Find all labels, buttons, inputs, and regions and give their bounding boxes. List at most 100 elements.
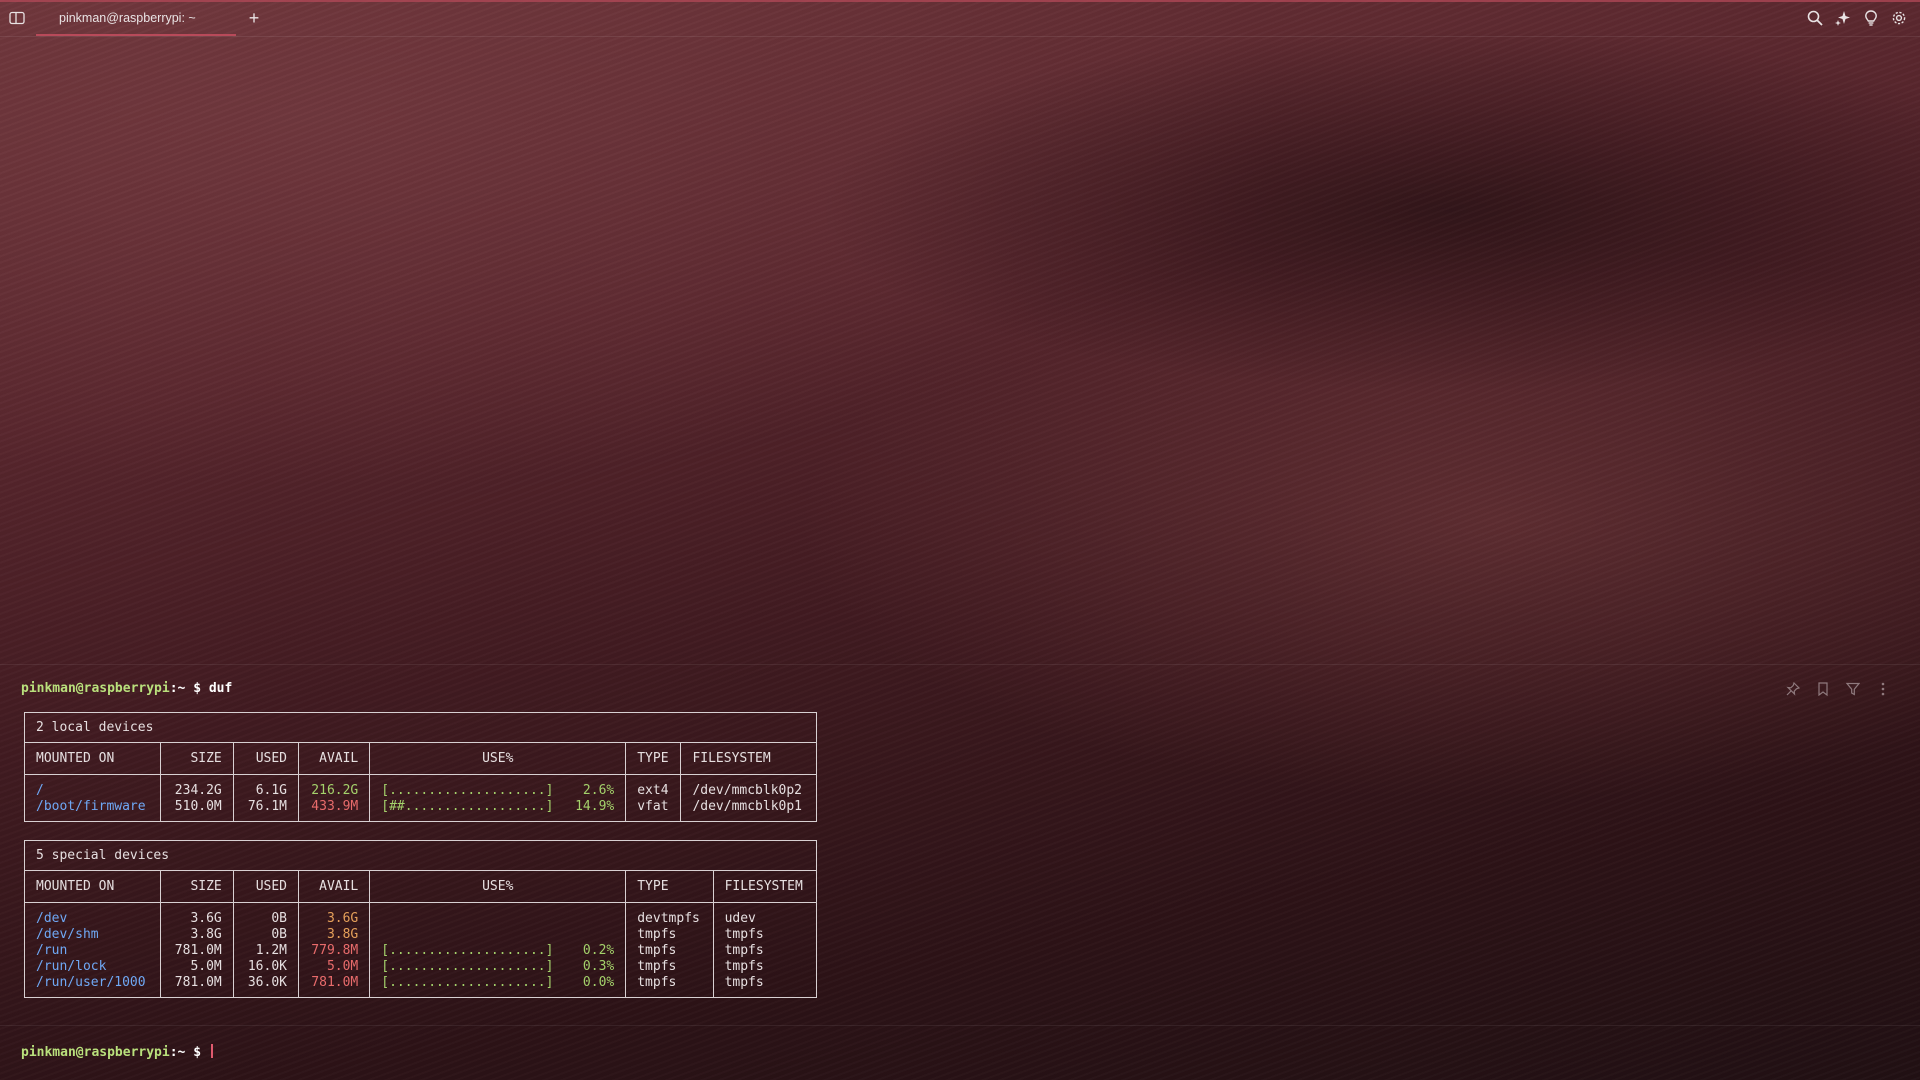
usage-bar: [##..................] [381, 799, 554, 814]
table-row: /run/lock 5.0M 16.0K 5.0M [.............… [24, 959, 818, 975]
tab-terminal[interactable]: pinkman@raspberrypi: ~ [36, 0, 236, 36]
filesystem-cell: tmpfs [712, 975, 818, 998]
block-actions [1784, 680, 1892, 698]
col-header: MOUNTED ON [24, 870, 161, 903]
type-cell: tmpfs [625, 943, 714, 959]
usage-percent: 2.6% [582, 783, 615, 798]
filesystem-cell: tmpfs [712, 943, 818, 959]
ai-sparkle-icon[interactable] [1834, 9, 1852, 27]
avail-cell: 3.8G [297, 927, 371, 943]
add-tab-icon[interactable]: + [244, 8, 264, 28]
block-separator [0, 664, 1920, 665]
prompt-user-host: pinkman@raspberrypi [21, 681, 170, 696]
command-text: duf [208, 681, 233, 696]
avail-cell: 781.0M [297, 975, 371, 998]
input-prompt[interactable]: pinkman@raspberrypi:~ $ [21, 1044, 213, 1060]
used-cell: 0B [232, 902, 300, 927]
type-cell: devtmpfs [625, 902, 714, 927]
prompt-path: ~ [177, 681, 186, 696]
filesystem-cell: tmpfs [712, 927, 818, 943]
size-cell: 234.2G [159, 774, 234, 799]
text-cursor [210, 1044, 213, 1058]
col-header: FILESYSTEM [712, 870, 818, 903]
filesystem-cell: /dev/mmcblk0p2 [680, 774, 817, 799]
mount-cell[interactable]: /dev/shm [24, 927, 161, 943]
avail-cell: 216.2G [297, 774, 371, 799]
size-cell: 510.0M [159, 799, 234, 822]
size-cell: 3.8G [159, 927, 234, 943]
command-line: pinkman@raspberrypi:~ $ duf [21, 681, 232, 696]
prompt-path: ~ [177, 1045, 186, 1060]
col-header: FILESYSTEM [680, 742, 817, 775]
col-header: SIZE [159, 742, 234, 775]
col-header: USE% [369, 742, 627, 775]
bookmark-icon[interactable] [1814, 680, 1832, 698]
usage-percent: 14.9% [575, 799, 615, 814]
local-devices-table: 2 local devices MOUNTED ON SIZE USED AVA… [24, 712, 817, 822]
prompt-symbol: $ [193, 1045, 202, 1060]
used-cell: 16.0K [232, 959, 300, 975]
used-cell: 36.0K [232, 975, 300, 998]
mount-cell[interactable]: /run [24, 943, 161, 959]
col-header: MOUNTED ON [24, 742, 161, 775]
used-cell: 0B [232, 927, 300, 943]
block-separator [0, 1025, 1920, 1026]
usage-percent: 0.0% [582, 975, 615, 990]
tab-bar: pinkman@raspberrypi: ~ + [0, 0, 1920, 37]
col-header: AVAIL [297, 870, 371, 903]
type-cell: tmpfs [625, 927, 714, 943]
mount-cell[interactable]: /run/user/1000 [24, 975, 161, 998]
used-cell: 6.1G [232, 774, 300, 799]
usage-cell [369, 902, 627, 927]
mount-cell[interactable]: /boot/firmware [24, 799, 161, 822]
sidebar-icon[interactable] [8, 9, 26, 27]
bulb-icon[interactable] [1862, 9, 1880, 27]
table-row: / 234.2G 6.1G 216.2G [..................… [24, 774, 817, 799]
avail-cell: 779.8M [297, 943, 371, 959]
avail-cell: 433.9M [297, 799, 371, 822]
table-title: 2 local devices [24, 712, 817, 743]
special-devices-table: 5 special devices MOUNTED ON SIZE USED A… [24, 840, 818, 998]
table-title: 5 special devices [24, 840, 817, 871]
mount-cell[interactable]: /dev [24, 902, 161, 927]
pin-icon[interactable] [1784, 680, 1802, 698]
usage-cell: [....................] 2.6% [369, 774, 627, 799]
usage-percent: 0.3% [582, 959, 615, 974]
table-row: /dev/shm 3.8G 0B 3.8G tmpfs tmpfs [24, 927, 818, 943]
table-row: /run 781.0M 1.2M 779.8M [...............… [24, 943, 818, 959]
table-row: /run/user/1000 781.0M 36.0K 781.0M [....… [24, 975, 818, 998]
usage-cell: [##..................] 14.9% [369, 799, 627, 822]
usage-bar: [....................] [381, 783, 554, 798]
col-header: USED [232, 742, 300, 775]
filesystem-cell: /dev/mmcblk0p1 [680, 799, 817, 822]
col-header: USED [232, 870, 300, 903]
filesystem-cell: tmpfs [712, 959, 818, 975]
mount-cell[interactable]: / [24, 774, 161, 799]
more-icon[interactable] [1874, 680, 1892, 698]
search-icon[interactable] [1806, 9, 1824, 27]
usage-bar: [....................] [381, 959, 554, 974]
table-row: /dev 3.6G 0B 3.6G devtmpfs udev [24, 902, 818, 927]
size-cell: 3.6G [159, 902, 234, 927]
usage-bar: [....................] [381, 943, 554, 958]
col-header: TYPE [625, 742, 682, 775]
mount-cell[interactable]: /run/lock [24, 959, 161, 975]
avail-cell: 3.6G [297, 902, 371, 927]
filesystem-cell: udev [712, 902, 818, 927]
table-row: /boot/firmware 510.0M 76.1M 433.9M [##..… [24, 799, 817, 822]
usage-percent: 0.2% [582, 943, 615, 958]
used-cell: 76.1M [232, 799, 300, 822]
tab-title: pinkman@raspberrypi: ~ [59, 11, 196, 25]
type-cell: tmpfs [625, 975, 714, 998]
usage-cell: [....................] 0.2% [369, 943, 627, 959]
prompt-separator: : [169, 1045, 178, 1060]
type-cell: vfat [625, 799, 682, 822]
settings-icon[interactable] [1890, 9, 1908, 27]
size-cell: 5.0M [159, 959, 234, 975]
filter-icon[interactable] [1844, 680, 1862, 698]
prompt-user-host: pinkman@raspberrypi [21, 1045, 170, 1060]
usage-bar: [....................] [381, 975, 554, 990]
type-cell: ext4 [625, 774, 682, 799]
used-cell: 1.2M [232, 943, 300, 959]
usage-cell [369, 927, 627, 943]
